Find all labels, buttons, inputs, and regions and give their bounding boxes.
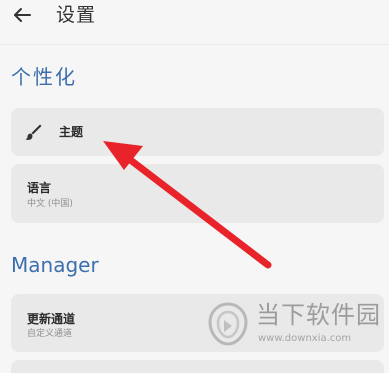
section-header-personalize: 个性化 <box>11 65 77 89</box>
settings-item-language[interactable]: 语言 中文 (中国) <box>11 164 384 223</box>
top-app-bar: 设置 <box>0 0 389 40</box>
page-title: 设置 <box>56 4 97 26</box>
watermark-logo-icon <box>208 302 248 346</box>
back-button[interactable] <box>10 3 34 27</box>
arrow-left-icon <box>14 8 31 22</box>
language-label: 语言 <box>27 181 52 195</box>
watermark-name: 当下软件园 <box>256 301 381 329</box>
settings-screen: 设置 个性化 主题 语言 中文 (中国) Manager 更新通道 自定义通道 … <box>0 0 389 373</box>
update-channel-value: 自定义通道 <box>27 329 73 339</box>
settings-item-next[interactable] <box>11 360 384 373</box>
theme-label: 主题 <box>59 125 84 139</box>
watermark: 当下软件园 www.downxia.com <box>200 296 380 356</box>
settings-item-theme[interactable]: 主题 <box>11 108 384 156</box>
language-value: 中文 (中国) <box>27 199 73 209</box>
update-channel-label: 更新通道 <box>27 312 76 326</box>
paint-brush-icon <box>25 124 42 140</box>
top-bar-divider <box>0 44 389 45</box>
watermark-url: www.downxia.com <box>258 333 352 344</box>
section-header-manager: Manager <box>11 253 99 277</box>
